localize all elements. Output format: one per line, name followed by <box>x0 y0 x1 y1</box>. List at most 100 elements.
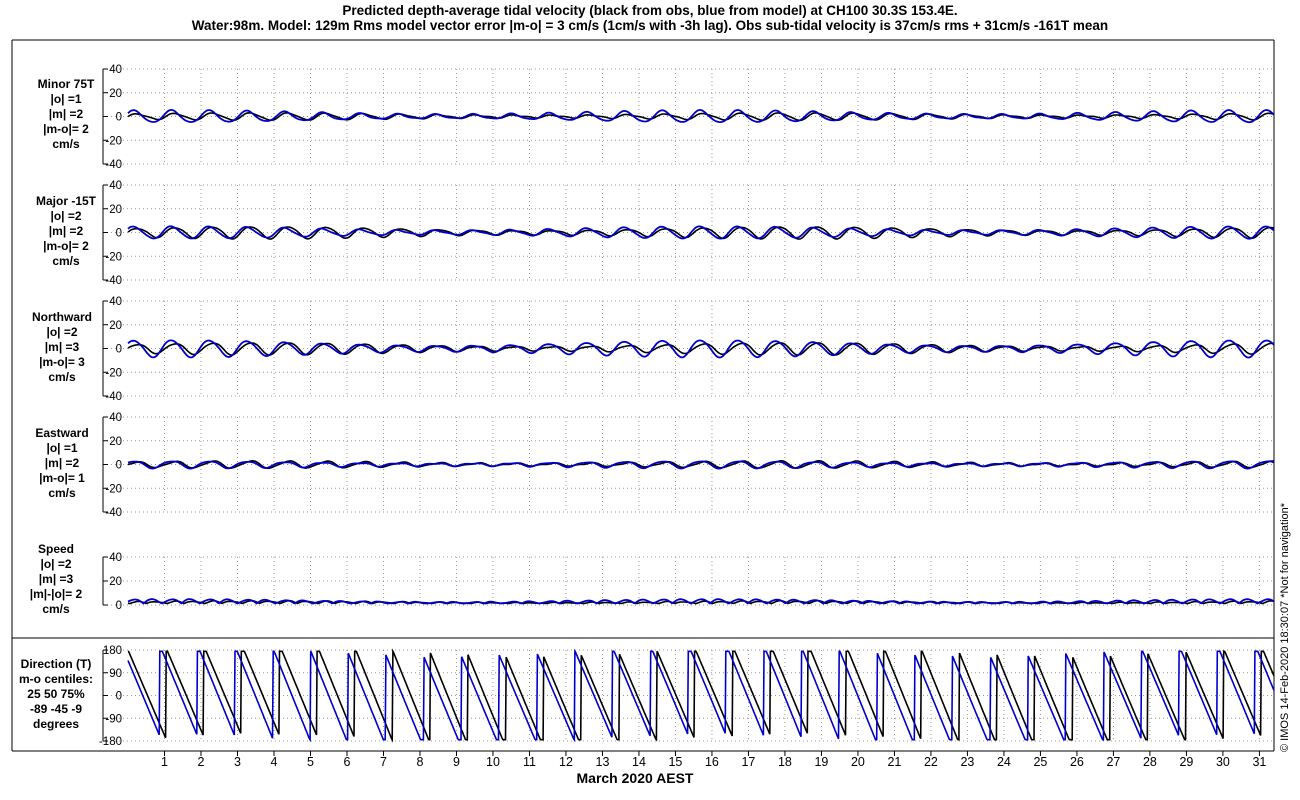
panel-label-line: cm/s <box>42 602 70 616</box>
panel-label-line: degrees <box>33 717 79 731</box>
x-tick-label: 1 <box>161 755 168 769</box>
panel-label-line: |m-o|= 1 <box>39 471 85 485</box>
y-tick-label: -40 <box>105 275 122 287</box>
x-tick-label: 30 <box>1216 755 1230 769</box>
x-tick-label: 3 <box>234 755 241 769</box>
panel-minor: 40 20 0 -20 -40 Minor 75T|o| =1|m| =2|m-o|= 2… <box>38 64 1275 171</box>
y-tick-label: -20 <box>105 251 122 263</box>
panel-label-line: |m-o|= 2 <box>43 239 89 253</box>
y-tick-label: -40 <box>105 159 122 171</box>
panel-label-line: |m| =3 <box>45 340 80 354</box>
x-tick-label: 4 <box>271 755 278 769</box>
y-tick-label: 40 <box>109 296 122 308</box>
y-tick-label: -40 <box>105 391 122 403</box>
x-tick-label: 7 <box>380 755 387 769</box>
x-tick-label: 17 <box>741 755 755 769</box>
y-tick-label: 20 <box>109 204 122 216</box>
panel-label-line: cm/s <box>52 254 80 268</box>
x-tick-label: 12 <box>559 755 573 769</box>
x-tick-label: 23 <box>960 755 974 769</box>
panel-label-line: Speed <box>38 542 74 556</box>
x-tick-label: 27 <box>1106 755 1120 769</box>
panel-label-line: cm/s <box>52 137 80 151</box>
x-axis-label: March 2020 AEST <box>577 770 694 786</box>
panel-label-line: |m-o|= 2 <box>43 122 89 136</box>
y-tick-label: 20 <box>109 88 122 100</box>
x-tick-label: 6 <box>344 755 351 769</box>
y-tick-label: -20 <box>105 483 122 495</box>
y-tick-label: 20 <box>109 576 122 588</box>
y-tick-label: 40 <box>109 180 122 192</box>
x-tick-label: 21 <box>887 755 901 769</box>
panel-label-line: -89 -45 -9 <box>30 702 82 716</box>
x-tick-label: 29 <box>1179 755 1193 769</box>
x-tick-label: 2 <box>198 755 205 769</box>
panel-label-line: |o| =1 <box>50 92 81 106</box>
panel-eastward: 40 20 0 -20 -40 Eastward|o| =1|m| =2|m-o|= 1c… <box>35 412 1275 519</box>
panel-label-line: |o| =2 <box>50 209 81 223</box>
y-tick-label: 0 <box>116 228 122 240</box>
y-tick-label: 40 <box>109 64 122 76</box>
panel-major: 40 20 0 -20 -40 Major -15T|o| =2|m| =2|m-o|= … <box>36 180 1275 287</box>
x-tick-label: 18 <box>778 755 792 769</box>
panel-northward: 40 20 0 -20 -40 Northward|o| =2|m| =3|m-o|= 3… <box>32 296 1275 403</box>
y-tick-label: 0 <box>116 600 122 612</box>
y-tick-label: -20 <box>105 135 122 147</box>
x-axis: 1 2 3 4 5 6 7 8 9 10 11 12 13 14 15 16 17 18 19 20 21 22 23 24 2… <box>161 751 1266 786</box>
panel-label-line: Eastward <box>35 426 88 440</box>
x-tick-label: 22 <box>924 755 938 769</box>
x-tick-label: 28 <box>1143 755 1157 769</box>
panel-label-line: |m| =2 <box>49 224 84 238</box>
panel-direction: 180 90 0 -90 -180 Direction (T)m-o centiles:2… <box>19 645 1275 748</box>
panel-label-line: |m|-|o|= 2 <box>30 587 83 601</box>
x-tick-label: 31 <box>1252 755 1266 769</box>
panel-label-line: |m-o|= 3 <box>39 355 85 369</box>
panel-label-line: Northward <box>32 310 92 324</box>
y-tick-label: 90 <box>109 668 122 680</box>
x-tick-label: 9 <box>453 755 460 769</box>
x-tick-label: 8 <box>416 755 423 769</box>
x-tick-label: 26 <box>1070 755 1084 769</box>
panel-label-line: 25 50 75% <box>27 687 85 701</box>
y-tick-label: 20 <box>109 320 122 332</box>
y-tick-label: 40 <box>109 552 122 564</box>
y-tick-label: -20 <box>105 367 122 379</box>
series-obs-line <box>127 648 1275 743</box>
x-tick-label: 19 <box>814 755 828 769</box>
y-tick-label: -180 <box>99 736 122 748</box>
panel-label-line: m-o centiles: <box>19 672 93 686</box>
x-tick-label: 15 <box>668 755 682 769</box>
panel-label-line: |o| =2 <box>40 557 71 571</box>
x-tick-label: 25 <box>1033 755 1047 769</box>
panel-label-line: cm/s <box>48 486 76 500</box>
panel-label-line: Major -15T <box>36 194 97 208</box>
panel-label-line: |m| =2 <box>49 107 84 121</box>
y-tick-label: 0 <box>116 112 122 124</box>
x-tick-label: 10 <box>486 755 500 769</box>
y-tick-label: -40 <box>105 507 122 519</box>
x-tick-label: 16 <box>705 755 719 769</box>
y-tick-label: 20 <box>109 436 122 448</box>
panel-label-line: cm/s <box>48 370 76 384</box>
y-tick-label: 0 <box>116 344 122 356</box>
panel-label-line: |m| =3 <box>39 572 74 586</box>
x-tick-label: 13 <box>596 755 610 769</box>
panel-speed: 40 20 0 Speed|o| =2|m| =3|m|-|o|= 2cm/s <box>30 542 1275 616</box>
x-tick-label: 5 <box>307 755 314 769</box>
y-tick-label: 180 <box>103 645 122 657</box>
y-tick-label: -90 <box>105 713 122 725</box>
x-tick-label: 14 <box>632 755 646 769</box>
x-tick-label: 24 <box>997 755 1011 769</box>
x-tick-label: 20 <box>851 755 865 769</box>
y-tick-label: 0 <box>116 460 122 472</box>
panel-label-line: Minor 75T <box>38 77 95 91</box>
copyright-note: © IMOS 14-Feb-2020 18:30:07 *Not for nav… <box>1279 502 1291 752</box>
panel-label-line: |o| =1 <box>46 441 77 455</box>
tidal-velocity-chart: 40200-20-40Minor 75T|o| =1|m| =2|m-o|= 2… <box>11 39 1291 786</box>
panel-label-line: |o| =2 <box>46 325 77 339</box>
y-tick-label: 40 <box>109 412 122 424</box>
panel-label-line: |m| =2 <box>45 456 80 470</box>
x-tick-label: 11 <box>523 755 536 769</box>
y-tick-label: 0 <box>116 691 122 703</box>
panel-label-line: Direction (T) <box>21 657 92 671</box>
